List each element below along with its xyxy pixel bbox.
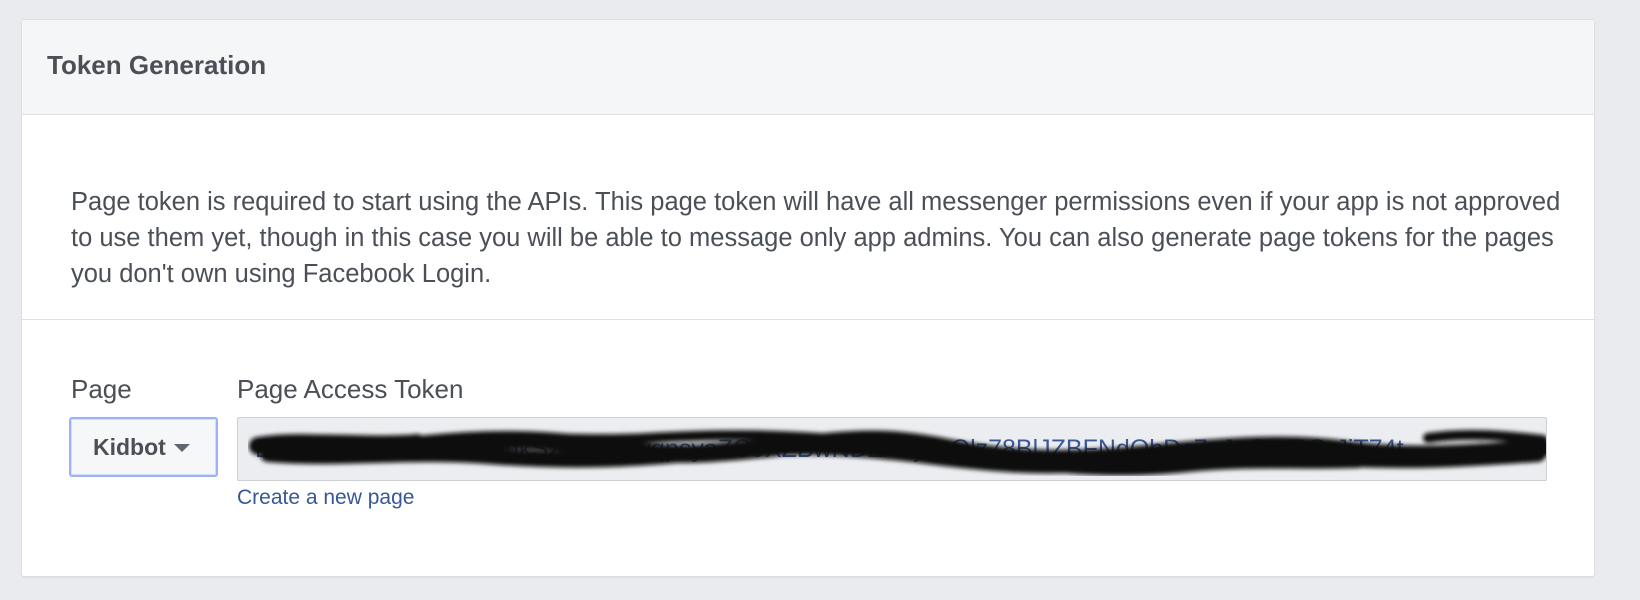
token-field-wrapper <box>237 417 1547 481</box>
token-section: Page Page Access Token Kidbot EAABs2LBHx… <box>22 320 1594 576</box>
page-access-token-field[interactable] <box>238 418 1546 480</box>
page-select-value: Kidbot <box>93 433 166 460</box>
chevron-down-icon <box>173 444 190 452</box>
page-access-token-label: Page Access Token <box>237 374 464 404</box>
description-section: Page token is required to start using th… <box>22 115 1594 320</box>
panel-title: Token Generation <box>47 50 267 80</box>
create-new-page-link[interactable]: Create a new page <box>237 485 414 511</box>
page-label: Page <box>71 374 132 404</box>
page-select-button[interactable]: Kidbot <box>69 417 218 477</box>
panel-header: Token Generation <box>22 20 1594 115</box>
description-text: Page token is required to start using th… <box>71 188 1561 288</box>
token-generation-panel: Token Generation Page token is required … <box>21 19 1595 577</box>
